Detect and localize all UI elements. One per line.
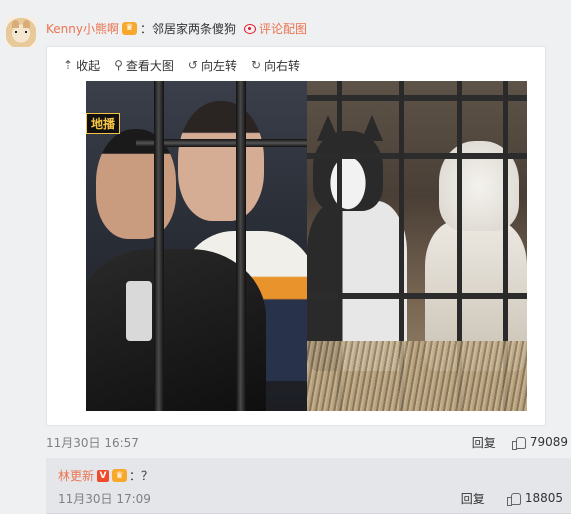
reply-like-button[interactable]: 18805	[506, 491, 563, 506]
rotate-left-label: 向左转	[200, 58, 237, 73]
weibo-icon	[243, 23, 256, 34]
commenter-avatar[interactable]	[6, 17, 36, 47]
comment-like-button[interactable]: 79089	[511, 435, 568, 450]
reply-meta: 11月30日 17:09 回复 18805	[58, 490, 563, 506]
cage-bar	[236, 81, 246, 411]
magnifier-icon: ⚲	[114, 58, 123, 72]
reply-actions: 回复 18805	[461, 490, 563, 507]
comment-header: Kenny小熊啊 ♛ ：邻居家两条傻狗 评论配图	[46, 20, 307, 36]
show-logo: 地播	[86, 113, 121, 134]
photo-panel-people: 地播	[86, 81, 318, 411]
reply-header: 林更新 V ♛ ：？	[58, 467, 153, 484]
cage-bar	[154, 81, 164, 411]
collapse-label: 收起	[76, 58, 101, 73]
thumbs-up-icon	[511, 436, 526, 450]
rotate-left-icon: ↺	[187, 58, 198, 72]
comment-text: ：邻居家两条傻狗	[139, 21, 236, 36]
rotate-right-button[interactable]: ↻ 向右转	[251, 57, 300, 74]
reply-list: 林更新 V ♛ ：？ 11月30日 17:09 回复 18805	[46, 458, 571, 514]
commenter-username[interactable]: Kenny小熊啊	[46, 20, 119, 37]
collapse-button[interactable]: ⇡ 收起	[63, 57, 100, 74]
rotate-right-label: 向右转	[264, 58, 301, 73]
vip-badge-icon[interactable]: ♛	[121, 21, 137, 35]
media-toolbar: ⇡ 收起 ⚲ 查看大图 ↺ 向左转 ↻ 向右转	[63, 57, 314, 73]
avatar-ear-right	[23, 20, 30, 28]
reply-reply-button[interactable]: 回复	[461, 490, 485, 507]
rotate-left-button[interactable]: ↺ 向左转	[188, 57, 237, 74]
person-left-shirt	[126, 281, 152, 341]
comment-like-count: 79089	[529, 435, 568, 449]
view-large-button[interactable]: ⚲ 查看大图	[114, 57, 174, 74]
comment-actions: 回复 79089	[472, 434, 568, 451]
avatar-ear-left	[12, 20, 19, 28]
dry-grass	[307, 341, 527, 411]
rotate-right-icon: ↻	[250, 58, 262, 72]
reply-like-count: 18805	[524, 491, 563, 505]
person-right-head	[178, 101, 264, 221]
husky-head	[313, 131, 383, 211]
comment-image[interactable]: 地播	[86, 81, 527, 411]
arrow-up-icon: ⇡	[63, 58, 74, 72]
photo-panel-dogs	[307, 81, 527, 411]
view-large-label: 查看大图	[125, 58, 174, 73]
reply-username[interactable]: 林更新	[58, 467, 94, 484]
thumbs-up-icon	[506, 492, 521, 506]
verified-badge-icon[interactable]: V	[97, 469, 110, 482]
avatar-eyes	[15, 31, 27, 33]
comment-meta: 11月30日 16:57 回复 79089	[46, 434, 568, 450]
comment-reply-button[interactable]: 回复	[472, 434, 496, 451]
reply-timestamp: 11月30日 17:09	[58, 491, 151, 506]
reply-text: ：？	[129, 469, 154, 483]
comment-timestamp: 11月30日 16:57	[46, 435, 139, 450]
image-comment-link[interactable]: 评论配图	[259, 20, 307, 37]
vip-badge-icon[interactable]: ♛	[112, 469, 128, 482]
media-viewer: ⇡ 收起 ⚲ 查看大图 ↺ 向左转 ↻ 向右转 地播	[46, 46, 546, 426]
